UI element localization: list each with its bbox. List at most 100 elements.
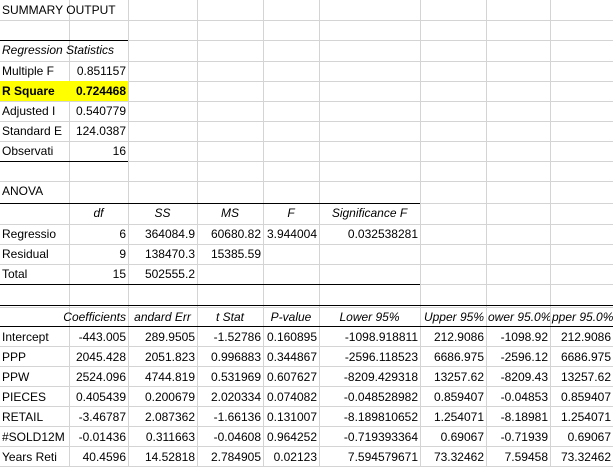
coef-row-6-upper-95-0[interactable]: 73.32462 [550,447,613,467]
stat-value-adjusted-r[interactable]: 0.540779 [69,101,128,121]
coef-row-2-upper-95[interactable]: 13257.62 [420,367,486,387]
coef-row-5-upper-95-0[interactable]: 0.69067 [550,427,613,447]
coef-row-5-p-value[interactable]: 0.964252 [263,427,319,447]
anova-header-ms[interactable]: MS [197,203,263,223]
stat-label-adjusted-r[interactable]: Adjusted I [0,101,69,121]
coef-row-2-lower-95[interactable]: -8209.429318 [319,367,420,387]
coef-row-5-t-stat[interactable]: -0.04608 [197,427,263,447]
coef-row-2-lower-95-0[interactable]: -8209.43 [486,367,550,387]
coef-row-0-p-value[interactable]: 0.160895 [263,327,319,347]
coef-header-upper-95[interactable]: Upper 95% [420,307,486,327]
coef-header-standard-error[interactable]: andard Err [128,307,197,327]
coef-row-1-standard-error[interactable]: 2051.823 [128,347,197,367]
anova-regression-f[interactable]: 3.944004 [263,224,319,244]
coef-row-6-standard-error[interactable]: 14.52818 [128,447,197,467]
coef-row-3-upper-95[interactable]: 0.859407 [420,387,486,407]
coef-row-6-coefficient[interactable]: 40.4596 [69,447,128,467]
coef-row-6-p-value[interactable]: 0.02123 [263,447,319,467]
stat-value-standard-error[interactable]: 124.0387 [69,121,128,141]
coef-row-3-standard-error[interactable]: 0.200679 [128,387,197,407]
coef-row-2-label[interactable]: PPW [0,367,69,387]
coef-row-0-lower-95-0[interactable]: -1098.92 [486,327,550,347]
coef-row-0-coefficient[interactable]: -443.005 [69,327,128,347]
coef-header-coefficients[interactable]: Coefficients [59,307,128,327]
coef-row-4-coefficient[interactable]: -3.46787 [69,407,128,427]
coef-row-5-standard-error[interactable]: 0.311663 [128,427,197,447]
coef-row-2-upper-95-0[interactable]: 13257.62 [550,367,613,387]
anova-header-significance-f[interactable]: Significance F [319,203,420,223]
anova-header-ss[interactable]: SS [128,203,197,223]
coef-row-6-lower-95-0[interactable]: 7.59458 [486,447,550,467]
stat-label-r-square[interactable]: R Square [0,81,69,101]
coef-row-3-label[interactable]: PIECES [0,387,69,407]
coef-row-4-upper-95[interactable]: 1.254071 [420,407,486,427]
anova-residual-ss[interactable]: 138470.3 [128,244,197,264]
coef-row-1-lower-95[interactable]: -2596.118523 [319,347,420,367]
coef-row-1-upper-95[interactable]: 6686.975 [420,347,486,367]
stat-label-standard-error[interactable]: Standard E [0,121,69,141]
anova-label-residual[interactable]: Residual [0,244,69,264]
coef-row-2-coefficient[interactable]: 2524.096 [69,367,128,387]
coef-header-upper-95-0[interactable]: pper 95.0% [550,307,613,327]
anova-regression-df[interactable]: 6 [69,224,128,244]
coef-row-4-t-stat[interactable]: -1.66136 [197,407,263,427]
coef-row-3-lower-95-0[interactable]: -0.04853 [486,387,550,407]
anova-label-regression[interactable]: Regressio [0,224,69,244]
coef-row-1-upper-95-0[interactable]: 6686.975 [550,347,613,367]
coef-row-2-p-value[interactable]: 0.607627 [263,367,319,387]
anova-residual-ms[interactable]: 15385.59 [197,244,263,264]
coef-row-1-lower-95-0[interactable]: -2596.12 [486,347,550,367]
regression-statistics-header[interactable]: Regression Statistics [0,40,128,60]
coef-row-3-p-value[interactable]: 0.074082 [263,387,319,407]
anova-label-total[interactable]: Total [0,264,69,284]
coef-row-0-upper-95-0[interactable]: 212.9086 [550,327,613,347]
coef-row-4-label[interactable]: RETAIL [0,407,69,427]
coef-row-0-upper-95[interactable]: 212.9086 [420,327,486,347]
coef-row-0-standard-error[interactable]: 289.9505 [128,327,197,347]
coef-row-4-p-value[interactable]: 0.131007 [263,407,319,427]
coef-row-4-lower-95-0[interactable]: -8.18981 [486,407,550,427]
stat-label-observations[interactable]: Observati [0,141,69,161]
coef-row-0-label[interactable]: Intercept [0,327,69,347]
coef-row-1-p-value[interactable]: 0.344867 [263,347,319,367]
anova-regression-significance-f[interactable]: 0.032538281 [319,224,420,244]
coef-row-6-upper-95[interactable]: 73.32462 [420,447,486,467]
coef-row-2-standard-error[interactable]: 4744.819 [128,367,197,387]
coef-row-6-lower-95[interactable]: 7.594579671 [319,447,420,467]
coef-row-6-label[interactable]: Years Reti [0,447,69,467]
coef-row-4-upper-95-0[interactable]: 1.254071 [550,407,613,427]
anova-title[interactable]: ANOVA [0,181,69,201]
coef-row-1-label[interactable]: PPP [0,347,69,367]
coef-header-lower-95-0[interactable]: ower 95.0% [486,307,550,327]
stat-value-multiple-r[interactable]: 0.851157 [69,61,128,81]
coef-row-3-coefficient[interactable]: 0.405439 [69,387,128,407]
coef-header-t-stat[interactable]: t Stat [197,307,263,327]
coef-row-4-lower-95[interactable]: -8.189810652 [319,407,420,427]
coef-row-3-t-stat[interactable]: 2.020334 [197,387,263,407]
anova-header-f[interactable]: F [263,203,319,223]
coef-row-0-t-stat[interactable]: -1.52786 [197,327,263,347]
coef-row-5-lower-95-0[interactable]: -0.71939 [486,427,550,447]
stat-value-observations[interactable]: 16 [69,141,128,161]
coef-row-5-upper-95[interactable]: 0.69067 [420,427,486,447]
coef-header-p-value[interactable]: P-value [263,307,319,327]
coef-row-6-t-stat[interactable]: 2.784905 [197,447,263,467]
coef-row-5-coefficient[interactable]: -0.01436 [69,427,128,447]
anova-regression-ms[interactable]: 60680.82 [197,224,263,244]
coef-row-4-standard-error[interactable]: 2.087362 [128,407,197,427]
anova-residual-df[interactable]: 9 [69,244,128,264]
spreadsheet-grid[interactable]: SUMMARY OUTPUT Regression Statistics Mul… [0,0,613,467]
anova-total-ss[interactable]: 502555.2 [128,264,197,284]
coef-row-1-coefficient[interactable]: 2045.428 [69,347,128,367]
coef-row-2-t-stat[interactable]: 0.531969 [197,367,263,387]
coef-row-5-lower-95[interactable]: -0.719393364 [319,427,420,447]
coef-row-5-label[interactable]: #SOLD12M [0,427,69,447]
coef-row-3-lower-95[interactable]: -0.048528982 [319,387,420,407]
coef-row-0-lower-95[interactable]: -1098.918811 [319,327,420,347]
anova-total-df[interactable]: 15 [69,264,128,284]
summary-title[interactable]: SUMMARY OUTPUT [0,0,200,20]
stat-value-r-square[interactable]: 0.724468 [69,81,128,101]
coef-row-3-upper-95-0[interactable]: 0.859407 [550,387,613,407]
coef-row-1-t-stat[interactable]: 0.996883 [197,347,263,367]
anova-header-df[interactable]: df [69,203,128,223]
